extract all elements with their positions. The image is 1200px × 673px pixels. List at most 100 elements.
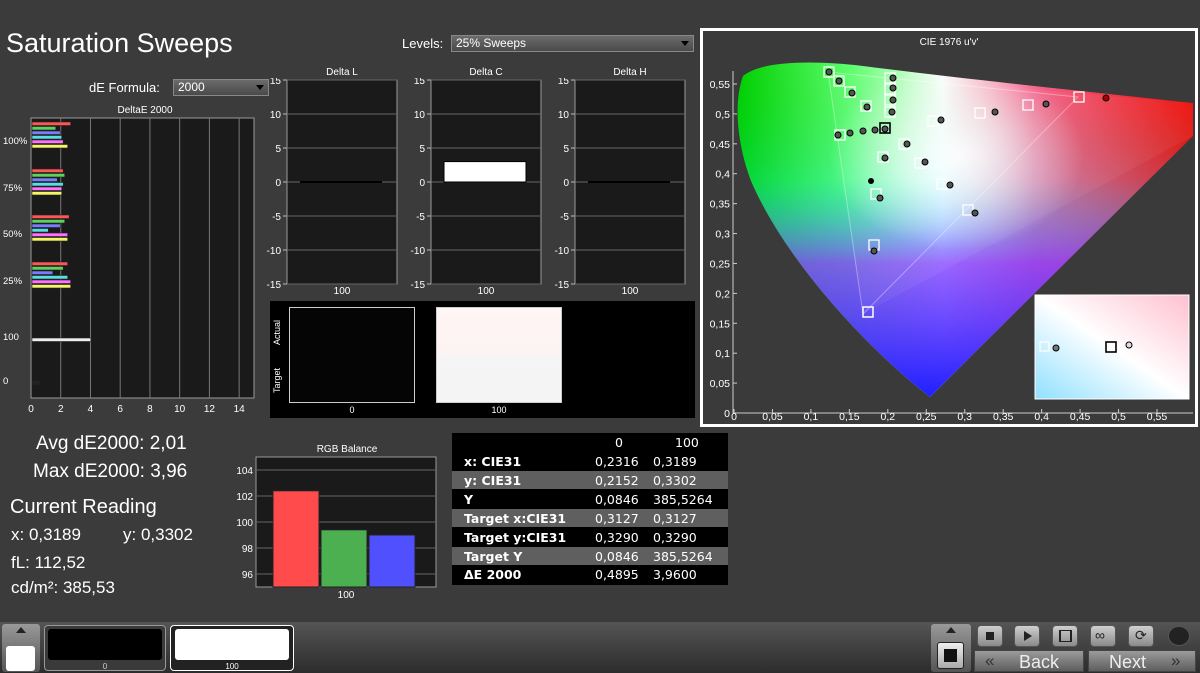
formula-value: 2000: [178, 80, 205, 94]
deltae-bar: [31, 182, 64, 187]
deltae-bar: [31, 126, 57, 131]
swatch-comparison-panel: Actual Target 0 100: [270, 301, 695, 418]
reading-x: x: 0,3189: [11, 525, 81, 544]
chevron-down-icon: [681, 41, 689, 46]
hold-button[interactable]: [1052, 625, 1078, 647]
sweep-swatch-100-color: [175, 629, 289, 660]
cie-x-tick: 0,2: [881, 411, 896, 423]
rgb-y-tick: 104: [236, 466, 253, 477]
table-cell-v0: 0,0846: [595, 548, 639, 564]
levels-value: 25% Sweeps: [456, 36, 527, 50]
delta-chart: 15 10 5 0 -5 -10 -15 100: [555, 78, 686, 297]
cie-y-tick: 0,35: [710, 199, 731, 211]
cie-y-tick: 0,1: [715, 348, 730, 360]
table-row: Target Y 0,0846 385,5264: [452, 546, 728, 565]
cie-y-tick: 0,55: [710, 79, 731, 91]
table-cell-v0: 0,2316: [595, 454, 639, 469]
levels-select[interactable]: 25% Sweeps: [451, 35, 694, 52]
y-tick-label: 10: [270, 110, 282, 121]
table-row: Target x:CIE31 0,3127 0,3127: [452, 508, 728, 528]
bottom-toolbar: 0 100 ∞ ⟳ « Back Next »: [0, 622, 1200, 673]
deltae-chart-title: DeltaE 2000: [117, 105, 173, 116]
swatch-toggle[interactable]: [2, 624, 40, 672]
table-cell-v0: 0,2152: [595, 472, 639, 488]
y-tick-label: 0: [419, 178, 425, 189]
table-header-0: 0: [615, 435, 623, 450]
sweep-swatch-100[interactable]: 100: [170, 625, 294, 671]
table-cell-v100: 385,5264: [653, 491, 713, 507]
status-indicator: [1168, 626, 1190, 646]
back-button[interactable]: « Back: [974, 650, 1084, 672]
next-button[interactable]: Next »: [1088, 650, 1196, 672]
table-cell-label: ΔE 2000: [464, 567, 522, 583]
play-button[interactable]: [1014, 625, 1040, 647]
stop-icon: [986, 632, 994, 640]
chevron-up-icon: [946, 627, 956, 633]
deltae-bar: [31, 214, 70, 219]
x-tick-label: 14: [234, 404, 246, 415]
y-tick-label: -5: [272, 212, 281, 223]
formula-select[interactable]: 2000: [173, 79, 269, 96]
table-cell-v0: 0,4895: [595, 567, 639, 583]
max-de-readout: Max dE2000: 3,96: [33, 461, 188, 482]
swatch-0: [289, 307, 415, 403]
x-tick-label: 6: [117, 404, 123, 415]
stop-icon: [944, 649, 957, 662]
deltae-plot-area: [30, 117, 255, 399]
stop-button[interactable]: [977, 625, 1003, 647]
next-label: Next: [1109, 652, 1147, 672]
actual-label: Actual: [272, 319, 282, 345]
table-row: Y 0,0846 385,5264: [452, 489, 728, 509]
y-tick-label: 10: [558, 110, 570, 121]
cie-x-tick: 0,3: [957, 411, 972, 423]
refresh-button[interactable]: ⟳: [1128, 625, 1154, 647]
table-cell-label: Target Y: [464, 548, 523, 564]
table-cell-label: Y: [464, 491, 474, 507]
cie-y-tick: 0,05: [710, 378, 731, 390]
sweep-swatch-100-label: 100: [225, 662, 239, 671]
cie-x-tick: 0,4: [1034, 411, 1049, 423]
y-tick-label: -5: [416, 212, 425, 223]
deltae-bar: [31, 232, 68, 237]
play-icon: [1024, 631, 1032, 641]
delta-chart: 15 10 5 0 -5 -10 -15 100: [267, 78, 398, 297]
y-tick-label: -10: [267, 246, 282, 257]
table-cell-v100: 0,3127: [653, 510, 697, 526]
rgb-y-labels: 104 102 100 98 96: [236, 466, 253, 581]
y-tick-label: -10: [411, 246, 426, 257]
reading-y: y: 0,3302: [123, 525, 193, 544]
measure-button[interactable]: [937, 642, 964, 669]
rgb-balance-chart: 104 102 100 98 96 100: [236, 456, 437, 601]
refresh-icon: ⟳: [1135, 627, 1147, 643]
loop-button[interactable]: ∞: [1090, 625, 1116, 647]
cie-y-tick: 0,15: [710, 318, 731, 330]
sweep-swatch-0[interactable]: 0: [44, 625, 166, 671]
table-row: Target y:CIE31 0,3290 0,3290: [452, 527, 728, 547]
y-tick-label: -15: [267, 280, 282, 291]
cie-x-tick: 0: [731, 411, 737, 423]
y-group-label: 25%: [3, 276, 23, 287]
table-row: y: CIE31 0,2152 0,3302: [452, 470, 728, 490]
y-tick-label: 5: [563, 144, 569, 155]
table-row: ΔE 2000 0,4895 3,9600: [452, 565, 728, 584]
x-tick-label: 2: [58, 404, 64, 415]
chevron-up-icon: [16, 627, 26, 633]
deltae-bar: [31, 284, 71, 289]
deltae-bar: [31, 270, 54, 275]
measurement-table: 0 100 x: CIE31 0,2316 0,3189 y: CIE31 0,2152…: [452, 433, 728, 585]
x-tick-label: 10: [174, 404, 186, 415]
delta-chart: 15 10 5 0 -5 -10 -15 100: [411, 78, 542, 297]
current-swatch: [6, 646, 35, 671]
deltae-bar: [31, 237, 68, 242]
delta-chart-title: Delta H: [613, 67, 647, 78]
deltae-bar: [31, 186, 63, 191]
x-tick-label: 0: [28, 404, 34, 415]
deltae-bar: [31, 266, 64, 271]
sweep-swatch-0-label: 0: [102, 662, 108, 671]
swatch-100: [436, 307, 562, 403]
delta-chart-title: Delta L: [326, 67, 358, 78]
table-cell-label: Target x:CIE31: [464, 510, 567, 526]
hold-icon: [1059, 630, 1072, 642]
record-panel: [931, 624, 971, 672]
table-cell-v0: 0,0846: [595, 491, 639, 507]
